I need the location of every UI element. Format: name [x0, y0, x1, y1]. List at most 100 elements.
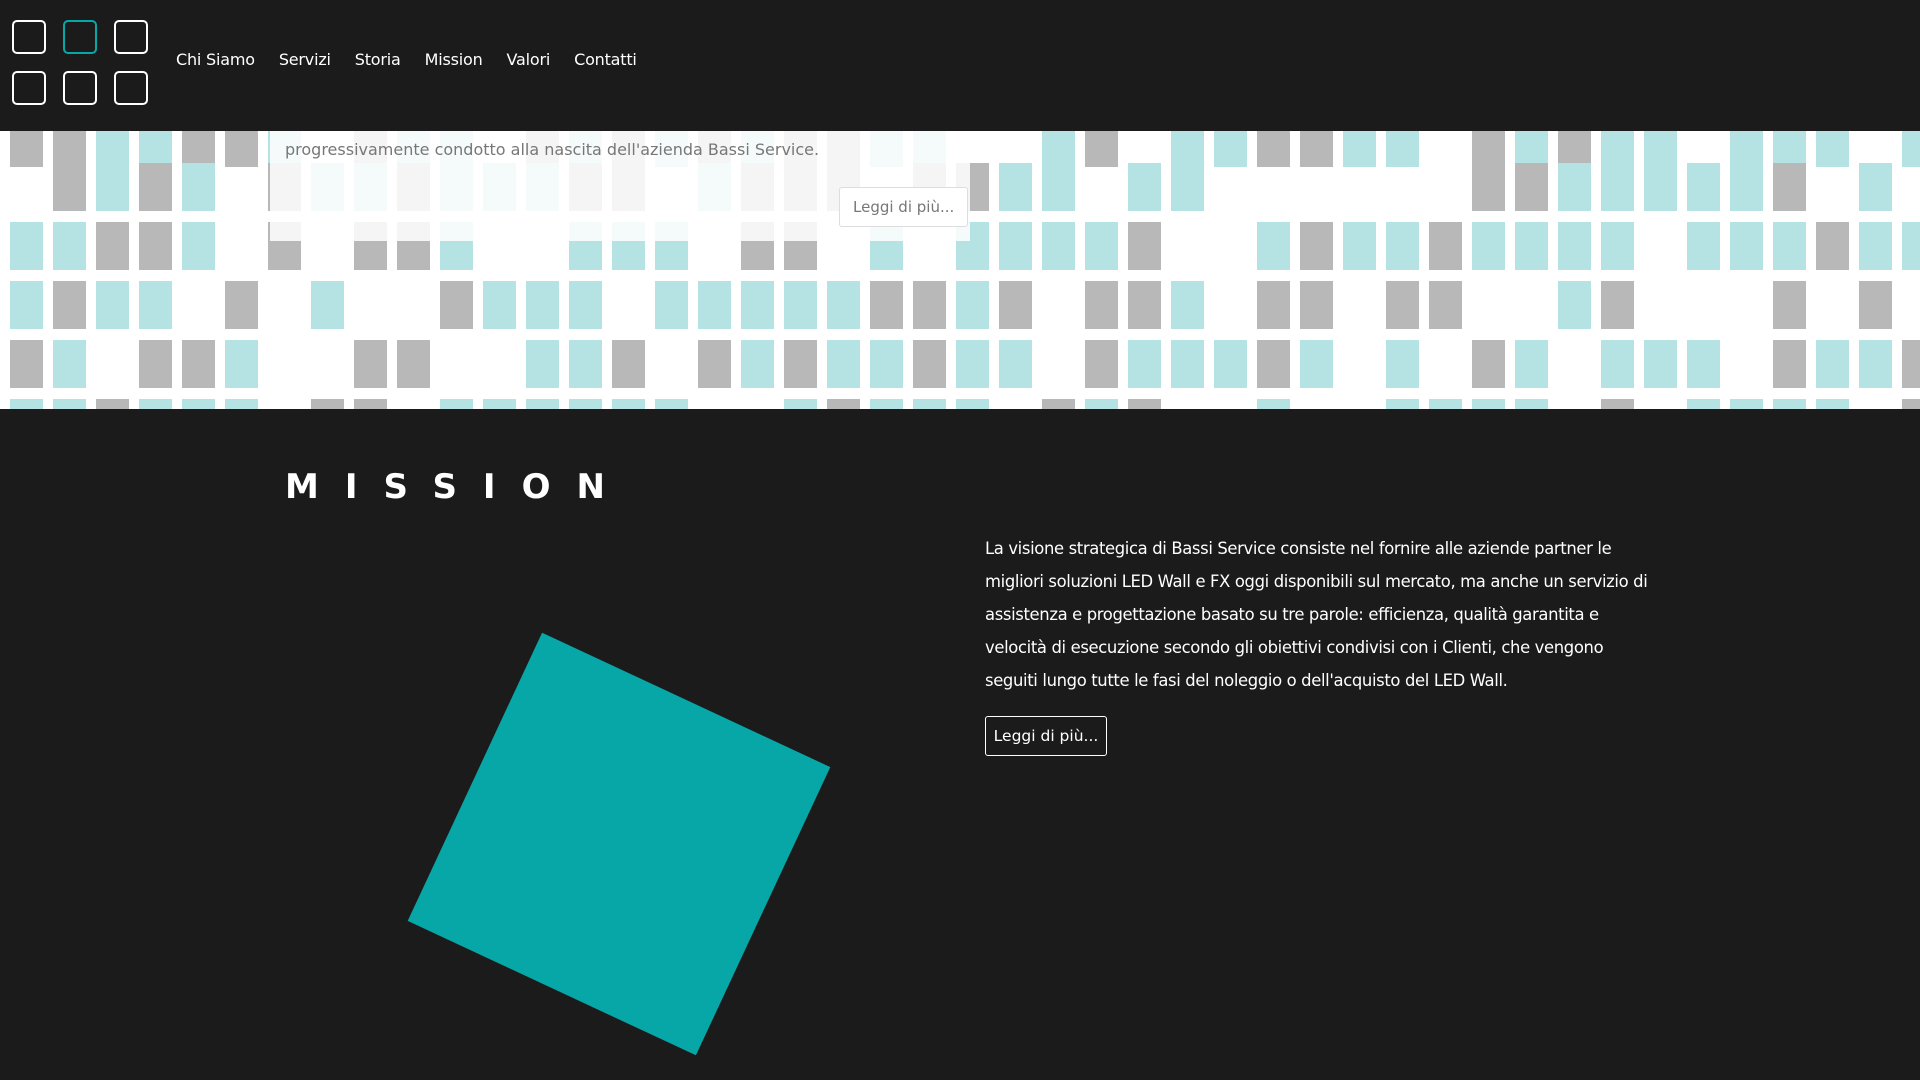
tile-cyan: [1300, 340, 1333, 388]
tile-gray: [139, 222, 172, 270]
tile-cyan: [1558, 222, 1591, 270]
tile-cyan: [1386, 399, 1419, 409]
logo-grid-icon[interactable]: [12, 20, 154, 112]
tile-cyan: [741, 281, 774, 329]
tile-cyan: [999, 222, 1032, 270]
logo-square-icon: [12, 71, 46, 105]
tile-cyan: [698, 281, 731, 329]
tile-cyan: [1558, 281, 1591, 329]
tile-cyan: [1171, 340, 1204, 388]
nav-item-valori[interactable]: Valori: [507, 50, 551, 69]
tile-gray: [1386, 281, 1419, 329]
logo-square-icon: [12, 20, 46, 54]
tile-gray: [1257, 281, 1290, 329]
tile-gray: [1902, 399, 1920, 409]
tile-cyan: [10, 399, 43, 409]
mission-read-more-button[interactable]: Leggi di più...: [985, 716, 1107, 756]
tile-gray: [999, 281, 1032, 329]
tile-gray: [1300, 131, 1333, 167]
tile-cyan: [182, 163, 215, 211]
tile-gray: [1429, 281, 1462, 329]
tile-cyan: [10, 281, 43, 329]
tile-gray: [1859, 281, 1892, 329]
tile-gray: [1257, 340, 1290, 388]
site-header: Chi Siamo Servizi Storia Mission Valori …: [0, 0, 1920, 131]
tile-cyan: [612, 399, 645, 409]
tile-cyan: [1042, 163, 1075, 211]
tile-cyan: [440, 399, 473, 409]
tile-gray: [1472, 131, 1505, 167]
tile-cyan: [655, 399, 688, 409]
tile-gray: [1472, 340, 1505, 388]
tile-cyan: [225, 399, 258, 409]
tile-cyan: [1343, 131, 1376, 167]
tile-gray: [1515, 163, 1548, 211]
tile-cyan: [1687, 222, 1720, 270]
tile-cyan: [1171, 131, 1204, 167]
main-nav: Chi Siamo Servizi Storia Mission Valori …: [176, 50, 637, 69]
tile-cyan: [827, 281, 860, 329]
read-more-button[interactable]: Leggi di più...: [839, 187, 969, 227]
tile-cyan: [784, 399, 817, 409]
tile-cyan: [569, 340, 602, 388]
nav-item-mission[interactable]: Mission: [425, 50, 483, 69]
tile-gray: [1601, 281, 1634, 329]
tile-cyan: [870, 399, 903, 409]
tile-gray: [1773, 340, 1806, 388]
tile-gray: [1816, 222, 1849, 270]
tile-gray: [784, 340, 817, 388]
tile-gray: [139, 163, 172, 211]
tile-cyan: [999, 163, 1032, 211]
tile-gray: [225, 131, 258, 167]
nav-item-storia[interactable]: Storia: [355, 50, 401, 69]
tile-gray: [397, 340, 430, 388]
tile-gray: [913, 340, 946, 388]
logo-square-icon: [114, 20, 148, 54]
tile-gray: [10, 131, 43, 167]
logo-square-icon: [63, 71, 97, 105]
tile-gray: [698, 340, 731, 388]
tile-cyan: [1472, 399, 1505, 409]
tile-cyan: [1386, 222, 1419, 270]
tile-cyan: [784, 281, 817, 329]
tile-gray: [440, 281, 473, 329]
tile-cyan: [956, 281, 989, 329]
tile-cyan: [913, 399, 946, 409]
tile-cyan: [526, 281, 559, 329]
tile-cyan: [956, 340, 989, 388]
tile-gray: [354, 340, 387, 388]
tile-cyan: [53, 222, 86, 270]
tile-cyan: [1429, 399, 1462, 409]
tile-cyan: [1773, 399, 1806, 409]
tile-cyan: [1042, 131, 1075, 167]
tile-cyan: [10, 222, 43, 270]
tile-gray: [612, 340, 645, 388]
tile-cyan: [1601, 163, 1634, 211]
tile-gray: [225, 281, 258, 329]
tile-cyan: [1386, 131, 1419, 167]
tile-gray: [311, 399, 344, 409]
nav-item-chi-siamo[interactable]: Chi Siamo: [176, 50, 255, 69]
tile-gray: [1902, 340, 1920, 388]
nav-item-servizi[interactable]: Servizi: [279, 50, 331, 69]
tile-cyan: [1042, 222, 1075, 270]
tile-gray: [96, 222, 129, 270]
tile-cyan: [1515, 399, 1548, 409]
tile-cyan: [1644, 131, 1677, 167]
tile-cyan: [1515, 222, 1548, 270]
nav-item-contatti[interactable]: Contatti: [574, 50, 637, 69]
tile-cyan: [1902, 222, 1920, 270]
tile-cyan: [1773, 222, 1806, 270]
logo-square-accent-icon: [63, 20, 97, 54]
tile-cyan: [1128, 163, 1161, 211]
tile-cyan: [569, 281, 602, 329]
tile-cyan: [96, 163, 129, 211]
tile-cyan: [827, 340, 860, 388]
tile-gray: [1472, 163, 1505, 211]
tile-cyan: [53, 340, 86, 388]
tile-cyan: [1128, 340, 1161, 388]
tile-cyan: [1859, 163, 1892, 211]
tile-gray: [1128, 281, 1161, 329]
pattern-section: progressivamente condotto alla nascita d…: [0, 131, 1920, 409]
tile-cyan: [1730, 163, 1763, 211]
